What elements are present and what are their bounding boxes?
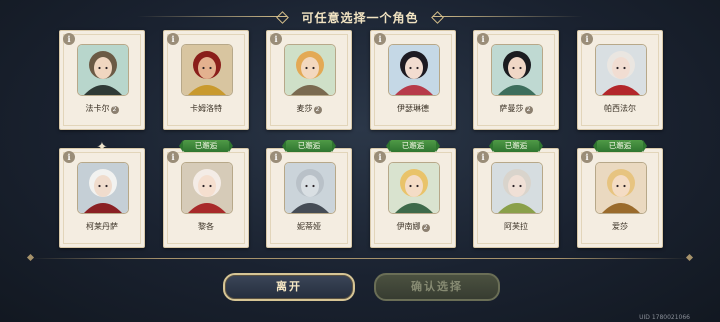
character-card[interactable]: i 萨曼莎 2 — [473, 30, 559, 130]
character-name: 卡姆洛特 — [164, 103, 248, 114]
character-marker-icon: 2 — [313, 106, 322, 114]
character-portrait — [595, 162, 647, 214]
character-card[interactable]: i 伊瑟琳德 — [370, 30, 456, 130]
character-name-text: 黎各 — [198, 222, 214, 231]
character-portrait — [388, 44, 440, 96]
info-icon[interactable]: i — [167, 151, 179, 163]
character-name: 萨曼莎 2 — [474, 103, 558, 114]
info-icon[interactable]: i — [63, 33, 75, 45]
character-card[interactable]: i 麦莎 2 — [266, 30, 352, 130]
encountered-badge: 已邂逅 — [593, 140, 647, 152]
character-name-text: 伊南娜 — [396, 222, 421, 231]
title-ornament-right — [432, 12, 583, 22]
character-portrait — [284, 44, 336, 96]
character-select-screen: 可任意选择一个角色 i 法卡尔 2 i 卡姆洛特 i 麦莎 2 i 伊瑟琳德 i 萨曼莎 2 i 帕西法尔 ✦… — [0, 0, 720, 322]
character-card[interactable]: ✦ i 柯莱丹萨 — [59, 141, 145, 248]
character-name: 帕西法尔 — [578, 103, 662, 114]
character-name: 伊瑟琳德 — [371, 103, 455, 114]
divider-ornament-left — [26, 253, 35, 262]
character-name-text: 法卡尔 — [85, 104, 110, 113]
character-name: 阿芙拉 — [474, 221, 558, 232]
character-portrait — [181, 44, 233, 96]
character-name: 法卡尔 2 — [60, 103, 144, 114]
page-title: 可任意选择一个角色 — [301, 10, 419, 25]
uid-label: UID 1780021066 — [639, 314, 690, 321]
info-icon[interactable]: i — [477, 33, 489, 45]
character-portrait — [491, 44, 543, 96]
character-name: 妮蒂娅 — [267, 221, 351, 232]
character-portrait — [491, 162, 543, 214]
info-icon[interactable]: i — [270, 33, 282, 45]
title-ornament-left — [137, 12, 288, 22]
character-name-text: 萨曼莎 — [499, 104, 524, 113]
character-card[interactable]: 已邂逅 i 伊南娜 2 — [370, 140, 456, 248]
encountered-badge: 已邂逅 — [386, 140, 440, 152]
confirm-selection-button[interactable]: 确认选择 — [374, 273, 500, 301]
info-icon[interactable]: i — [270, 151, 282, 163]
character-card[interactable]: i 帕西法尔 — [577, 30, 663, 130]
character-name: 柯莱丹萨 — [60, 221, 144, 232]
character-marker-icon: 2 — [110, 106, 119, 114]
character-name-text: 阿芙拉 — [504, 222, 528, 231]
character-name: 黎各 — [164, 221, 248, 232]
info-icon[interactable]: i — [63, 151, 75, 163]
character-name-text: 伊瑟琳德 — [397, 104, 429, 113]
character-portrait — [595, 44, 647, 96]
divider-ornament-right — [685, 253, 694, 262]
character-marker-icon: 2 — [524, 106, 533, 114]
character-portrait — [77, 44, 129, 96]
character-portrait — [388, 162, 440, 214]
character-name-text: 卡姆洛特 — [190, 104, 222, 113]
character-name-text: 妮蒂娅 — [297, 222, 321, 231]
character-card[interactable]: 已邂逅 i 阿芙拉 — [473, 140, 559, 248]
character-name: 伊南娜 2 — [371, 221, 455, 232]
character-marker-icon: 2 — [421, 224, 430, 232]
encountered-badge: 已邂逅 — [489, 140, 543, 152]
character-name-text: 爱莎 — [612, 222, 628, 231]
encountered-badge: 已邂逅 — [179, 140, 233, 152]
sparkle-icon: ✦ — [96, 140, 108, 155]
character-card[interactable]: 已邂逅 i 妮蒂娅 — [266, 140, 352, 248]
character-card[interactable]: i 法卡尔 2 — [59, 30, 145, 130]
character-name: 爱莎 — [578, 221, 662, 232]
info-icon[interactable]: i — [374, 33, 386, 45]
title-bar: 可任意选择一个角色 — [0, 6, 720, 28]
character-name-text: 麦莎 — [296, 104, 313, 113]
info-icon[interactable]: i — [581, 151, 593, 163]
leave-button[interactable]: 离开 — [223, 273, 355, 301]
info-icon[interactable]: i — [374, 151, 386, 163]
character-card[interactable]: i 卡姆洛特 — [163, 30, 249, 130]
bottom-divider — [30, 258, 690, 259]
info-icon[interactable]: i — [477, 151, 489, 163]
character-card[interactable]: 已邂逅 i 黎各 — [163, 140, 249, 248]
encountered-badge: 已邂逅 — [282, 140, 336, 152]
character-card[interactable]: 已邂逅 i 爱莎 — [577, 140, 663, 248]
character-name: 麦莎 2 — [267, 103, 351, 114]
character-portrait — [181, 162, 233, 214]
character-portrait — [77, 162, 129, 214]
character-name-text: 帕西法尔 — [604, 104, 636, 113]
character-name-text: 柯莱丹萨 — [86, 222, 118, 231]
info-icon[interactable]: i — [167, 33, 179, 45]
info-icon[interactable]: i — [581, 33, 593, 45]
character-portrait — [284, 162, 336, 214]
